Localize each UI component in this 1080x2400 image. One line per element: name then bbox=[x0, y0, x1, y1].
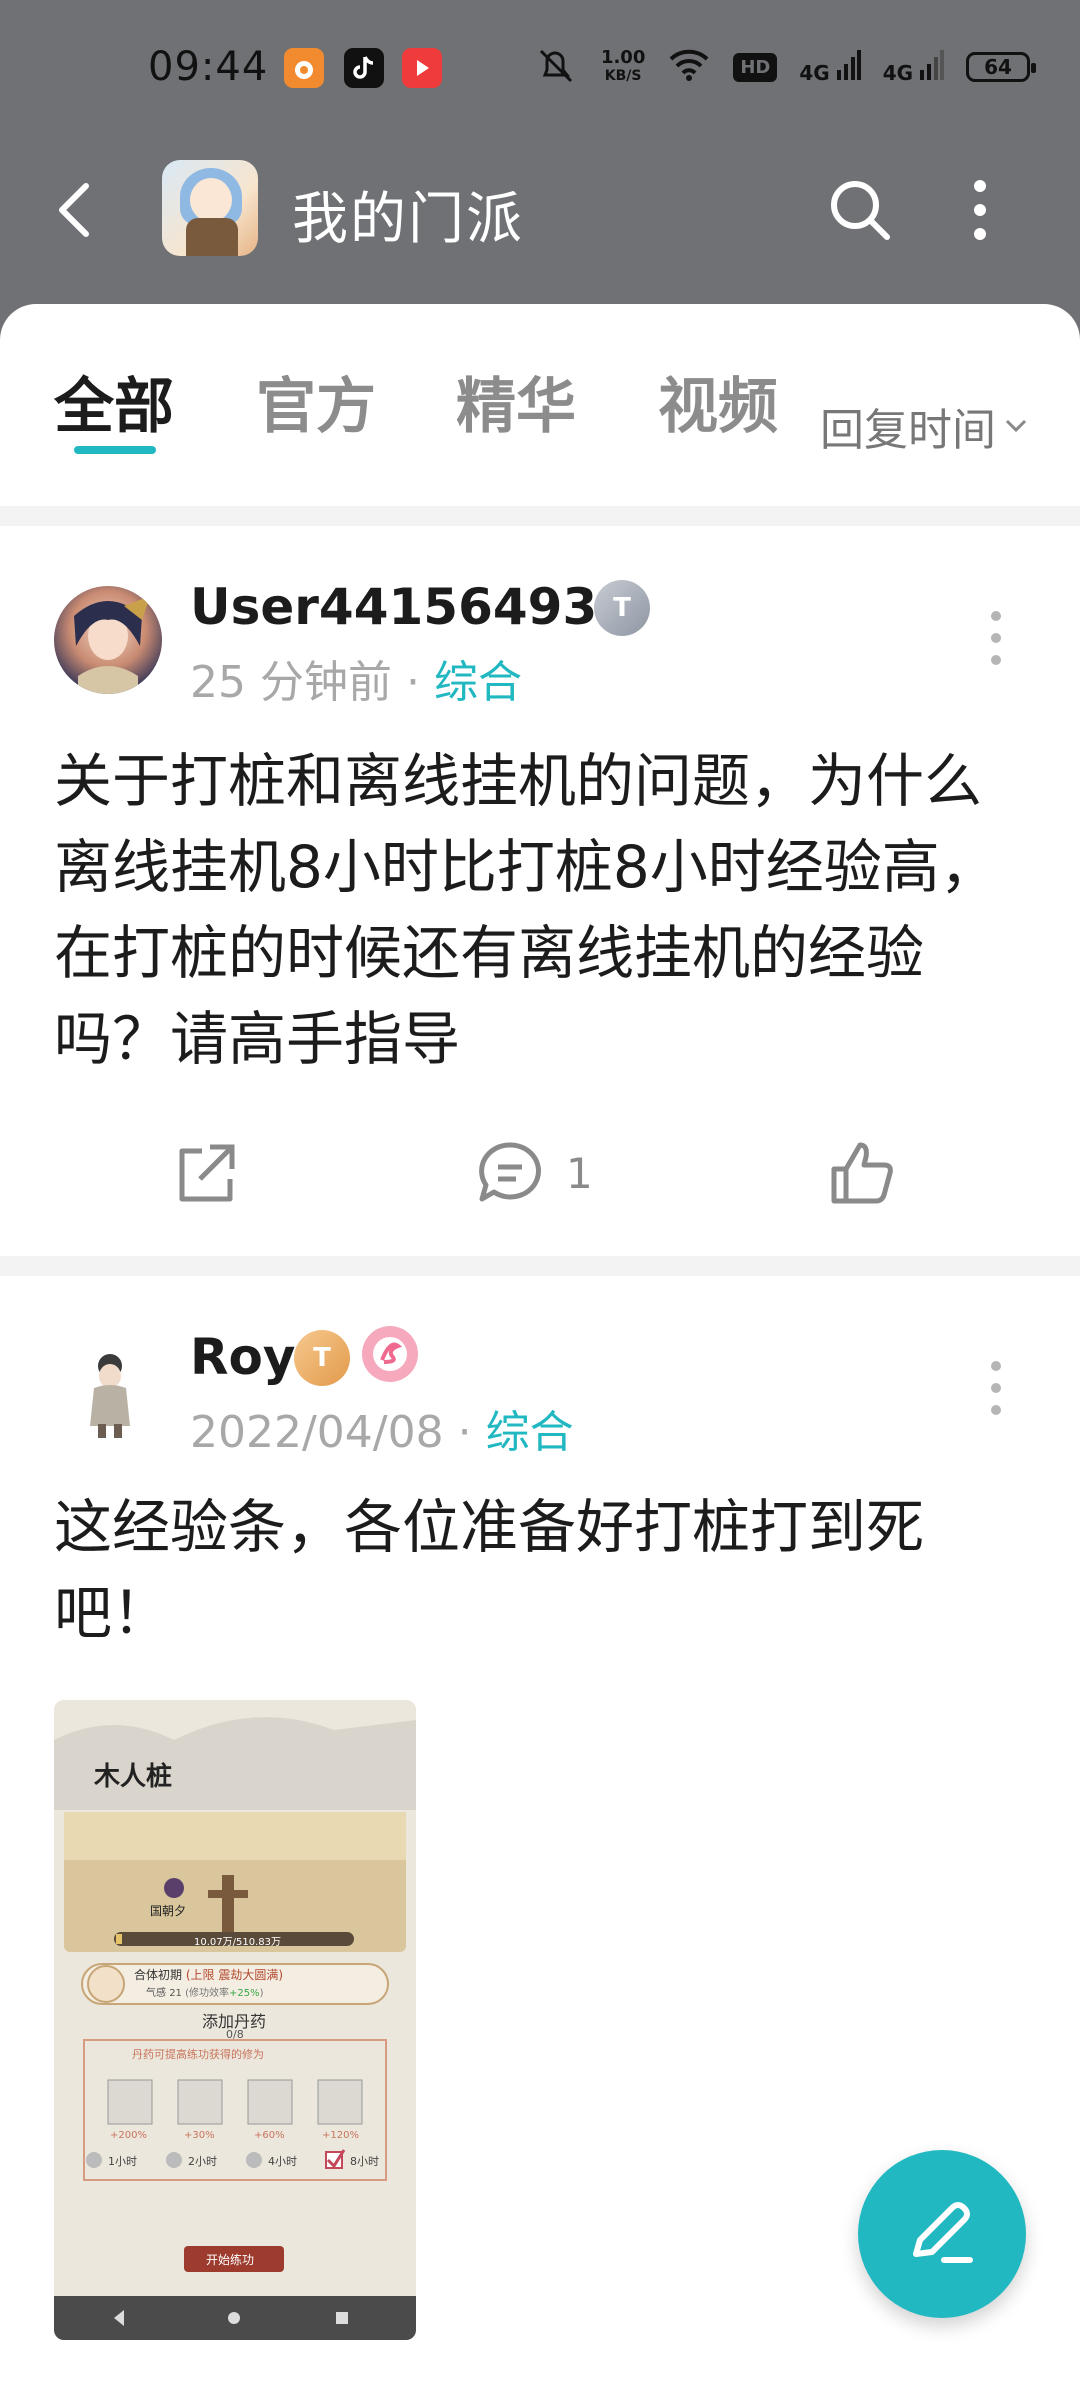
post-meta: 25 分钟前 · 综合 bbox=[190, 646, 522, 710]
tab-all[interactable]: 全部 bbox=[54, 358, 174, 445]
sort-label: 回复时间 bbox=[820, 405, 996, 456]
post-time: 25 分钟前 bbox=[190, 657, 392, 708]
pen-icon bbox=[913, 2202, 973, 2263]
game-qi: 气感 21 (修功效率+25%) bbox=[146, 1984, 264, 1999]
game-hour-1: 1小时 bbox=[108, 2155, 137, 2168]
post-more-button[interactable] bbox=[984, 598, 1008, 678]
share-icon bbox=[179, 1144, 235, 1202]
tab-bar: 全部 官方 精华 视频 回复时间 bbox=[0, 344, 1080, 456]
meta-separator: · bbox=[457, 1407, 472, 1458]
game-bonus-3: +60% bbox=[254, 2130, 285, 2141]
avatar[interactable] bbox=[54, 586, 162, 694]
sort-dropdown[interactable]: 回复时间 bbox=[820, 394, 1028, 458]
back-button[interactable] bbox=[44, 170, 104, 250]
more-options-button[interactable] bbox=[956, 174, 1004, 246]
battery-indicator: 64 bbox=[966, 52, 1036, 82]
post-image[interactable]: 木人桩 国朝夕 10.07万/510.83万 合体初期 (上限 震劫大圆满) 气… bbox=[54, 1700, 416, 2340]
tab-official[interactable]: 官方 bbox=[256, 358, 376, 445]
game-scene-title: 木人桩 bbox=[94, 1762, 173, 1792]
game-bonus-1: +200% bbox=[110, 2130, 147, 2141]
uc-browser-icon bbox=[284, 48, 324, 88]
signal-4g-2-label: 4G bbox=[882, 60, 914, 85]
post-card[interactable]: User441564935 T 25 分钟前 · 综合 关于打桩和离线挂机的问题，为… bbox=[0, 526, 1080, 1256]
game-char-name: 国朝夕 bbox=[150, 1904, 187, 1918]
game-pill-count: 0/8 bbox=[226, 2028, 244, 2041]
tiktok-icon bbox=[344, 48, 384, 88]
chevron-down-icon bbox=[1005, 419, 1027, 433]
back-arrow-icon bbox=[59, 183, 89, 237]
game-bonus-2: +30% bbox=[184, 2130, 215, 2141]
game-hour-2: 2小时 bbox=[188, 2155, 217, 2168]
video-app-icon bbox=[402, 48, 442, 88]
search-icon bbox=[831, 181, 890, 240]
status-bar: 09:44 1.00 KB/S HD 4G 4G 64 bbox=[0, 0, 1080, 140]
level-badge-label: T bbox=[613, 593, 631, 623]
signal-4g-2: 4G bbox=[882, 49, 944, 85]
post-meta: 2022/04/08 · 综合 bbox=[190, 1396, 574, 1460]
section-divider bbox=[0, 1256, 1080, 1276]
level-badge: T bbox=[594, 580, 650, 636]
game-exp-bar-label: 10.07万/510.83万 bbox=[194, 1937, 281, 1948]
share-button[interactable] bbox=[170, 1128, 242, 1218]
level-badge: T bbox=[294, 1330, 350, 1386]
level-badge-label: T bbox=[313, 1343, 331, 1373]
game-eff-close: ) bbox=[259, 1988, 264, 1999]
game-realm-name: 合体初期 bbox=[134, 1968, 183, 1982]
game-pill-hint: 丹药可提高练功获得的修为 bbox=[132, 2048, 264, 2061]
forum-title: 我的门派 bbox=[292, 187, 524, 252]
author-badge-icon bbox=[362, 1326, 418, 1382]
game-realm-note: (上限 震劫大圆满) bbox=[185, 1968, 284, 1982]
game-hour-3: 4小时 bbox=[268, 2155, 297, 2168]
post-body[interactable]: 关于打桩和离线挂机的问题，为什么离线挂机8小时比打桩8小时经验高，在打桩的时候还… bbox=[54, 738, 1014, 1082]
active-tab-indicator bbox=[74, 446, 156, 454]
mute-icon bbox=[533, 45, 579, 89]
post-category[interactable]: 综合 bbox=[434, 657, 522, 708]
search-button[interactable] bbox=[824, 174, 896, 246]
game-realm: 合体初期 (上限 震劫大圆满) bbox=[134, 1966, 283, 1983]
post-more-button[interactable] bbox=[984, 1348, 1008, 1428]
compose-post-button[interactable] bbox=[858, 2150, 1026, 2318]
network-speed-value: 1.00 bbox=[600, 47, 646, 68]
game-eff-note: (修功效率 bbox=[185, 1988, 230, 1999]
network-speed-unit: KB/S bbox=[604, 68, 642, 84]
game-start-button: 开始练功 bbox=[206, 2253, 255, 2267]
signal-4g-1-label: 4G bbox=[799, 60, 830, 85]
network-speed: 1.00 KB/S bbox=[601, 49, 645, 85]
post-author[interactable]: Roy bbox=[190, 1328, 295, 1386]
avatar[interactable] bbox=[54, 1336, 162, 1444]
hd-badge: HD bbox=[733, 52, 778, 82]
comment-button[interactable]: 1 bbox=[474, 1128, 593, 1218]
comment-icon bbox=[479, 1142, 541, 1202]
toolbar: 我的门派 bbox=[0, 150, 1080, 270]
tab-video[interactable]: 视频 bbox=[658, 358, 778, 445]
post-author[interactable]: User441564935 bbox=[190, 578, 632, 636]
forum-avatar[interactable] bbox=[162, 160, 258, 256]
game-qi-label: 气感 bbox=[146, 1988, 166, 1999]
wifi-icon bbox=[667, 47, 711, 87]
game-hour-4: 8小时 bbox=[350, 2155, 379, 2168]
signal-4g-1: 4G bbox=[799, 49, 861, 85]
status-time: 09:44 bbox=[148, 44, 269, 90]
comment-count: 1 bbox=[566, 1148, 593, 1198]
game-eff-value: +25% bbox=[229, 1988, 260, 1999]
like-button[interactable] bbox=[826, 1128, 898, 1218]
post-time: 2022/04/08 bbox=[190, 1407, 444, 1458]
game-bonus-4: +120% bbox=[322, 2130, 359, 2141]
meta-separator: · bbox=[405, 657, 420, 708]
section-divider bbox=[0, 506, 1080, 526]
thumbs-up-icon bbox=[831, 1142, 893, 1204]
post-category[interactable]: 综合 bbox=[486, 1407, 574, 1458]
post-actions: 1 bbox=[0, 1128, 1080, 1218]
status-indicators: 1.00 KB/S HD 4G 4G 64 bbox=[533, 42, 1036, 92]
post-body[interactable]: 这经验条，各位准备好打桩打到死吧！ bbox=[54, 1484, 1014, 1656]
game-qi-value: 21 bbox=[169, 1988, 182, 1999]
tab-featured[interactable]: 精华 bbox=[456, 358, 576, 445]
